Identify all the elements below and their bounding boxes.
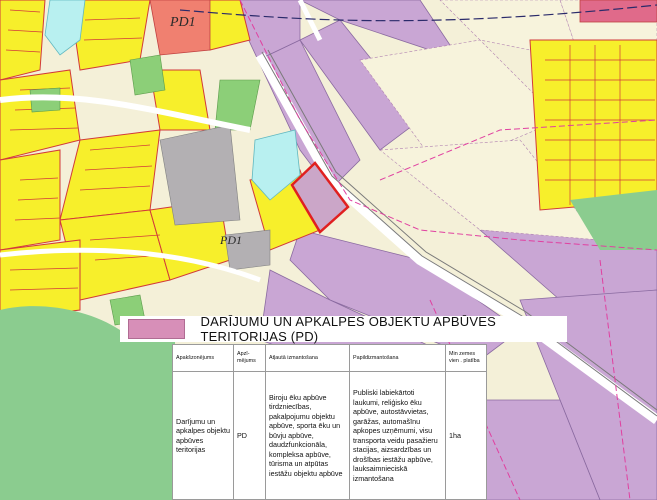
- map-label-pd1-mid: PD1: [219, 233, 242, 247]
- cell-subzone: Darījumu un apkalpes objektu apbūves ter…: [172, 371, 234, 500]
- header-additional-use: Papildizmantošana: [349, 344, 446, 372]
- table-row: Darījumu un apkalpes objektu apbūves ter…: [172, 371, 487, 500]
- header-subzone: Apakšzonējums: [172, 344, 234, 372]
- zone-legend: DARĪJUMU UN APKALPES OBJEKTU APBŪVES TER…: [120, 314, 567, 344]
- cell-additional-use: Publiski labiekārtoti laukumi, reliģisko…: [349, 371, 446, 500]
- legend-label: DARĪJUMU UN APKALPES OBJEKTU APBŪVES TER…: [200, 314, 496, 344]
- table-header-row: Apakšzonējums Apzī-mējums Atļautā izmant…: [172, 344, 487, 372]
- cell-code: PD: [233, 371, 266, 500]
- cell-allowed-use: Biroju ēku apbūve tirdzniecības, pakalpo…: [265, 371, 350, 500]
- header-min-area: Min zemes vien . platība: [445, 344, 487, 372]
- header-code: Apzī-mējums: [233, 344, 266, 372]
- zoning-table: Apakšzonējums Apzī-mējums Atļautā izmant…: [172, 344, 487, 500]
- header-allowed-use: Atļautā izmantošana: [265, 344, 350, 372]
- map-label-pd1-top: PD1: [169, 15, 196, 30]
- legend-swatch: [128, 319, 185, 339]
- cell-min-area: 1ha: [445, 371, 487, 500]
